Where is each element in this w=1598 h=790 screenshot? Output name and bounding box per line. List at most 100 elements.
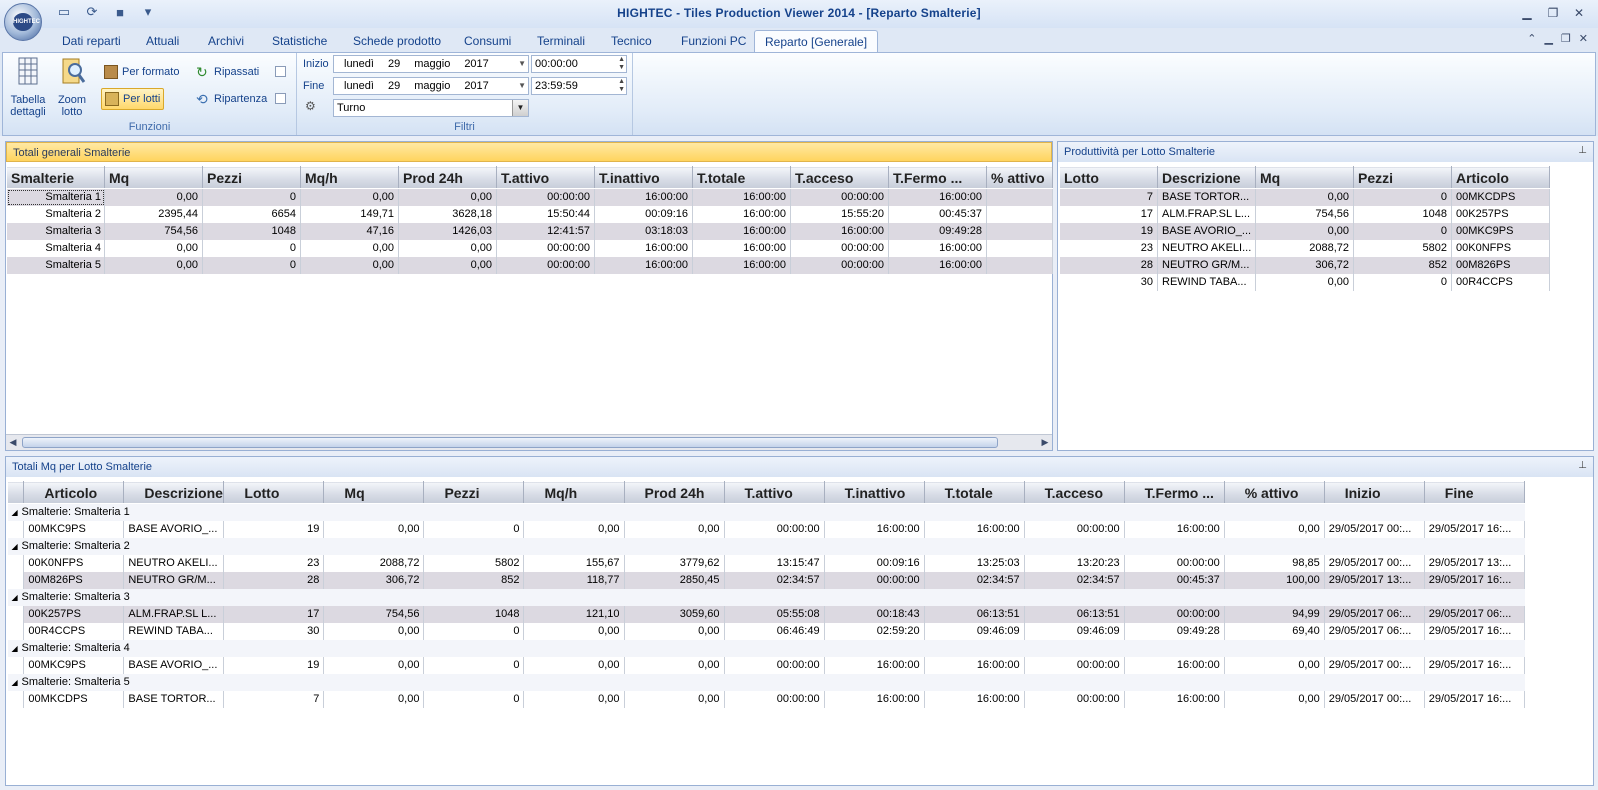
spinner-icon[interactable]: ▲ ▼ (618, 78, 625, 94)
group-header[interactable]: ◢ Smalterie: Smalteria 5 (7, 673, 1525, 691)
table-row[interactable]: Smalteria 2 2395,44 6654 149,71 3628,18 15:50… (6, 205, 1053, 223)
spinner-icon[interactable]: ▲ ▼ (618, 56, 625, 72)
fine-date-picker[interactable]: lunedì 29 maggio 2017 ▼ (333, 77, 529, 95)
table-row[interactable]: 23 NEUTRO AKELI... 2088,72 5802 00K0NFPS (1059, 239, 1550, 257)
tab-reparto-generale[interactable]: Reparto [Generale] (754, 30, 879, 52)
table-row[interactable]: 00K0NFPS NEUTRO AKELI... 23 2088,72 5802 155,… (7, 554, 1526, 572)
table-row[interactable]: 00M826PS NEUTRO GR/M... 28 306,72 852 118,77 2… (7, 571, 1526, 589)
table-row[interactable]: 17 ALM.FRAP.SL L... 754,56 1048 00K257PS (1059, 205, 1550, 223)
column-header[interactable]: T.attivo (496, 166, 595, 189)
scroll-left-icon[interactable]: ◀ (6, 435, 20, 450)
scroll-thumb[interactable] (22, 437, 998, 448)
column-header[interactable]: Descrizione (1157, 166, 1256, 189)
table-row[interactable]: Smalteria 1 0,00 0 0,00 0,00 00:00:00 16:00:00… (6, 188, 1053, 206)
chevron-down-icon[interactable]: ▼ (518, 78, 526, 94)
table-row[interactable]: 00R4CCPS REWIND TABA... 30 0,00 0 0,00 0,00 06:… (7, 622, 1526, 640)
group-header[interactable]: ◢ Smalterie: Smalteria 3 (7, 588, 1525, 606)
pin-icon[interactable]: ⊥ (1578, 145, 1587, 156)
scroll-right-icon[interactable]: ▶ (1038, 435, 1052, 450)
fine-time-input[interactable]: 23:59:59 ▲ ▼ (531, 77, 627, 95)
application-orb-button[interactable]: HIGHTEC (4, 3, 42, 41)
column-header[interactable]: Mq/h (523, 481, 625, 504)
column-header[interactable]: Lotto (1059, 166, 1158, 189)
table-row[interactable]: Smalteria 4 0,00 0 0,00 0,00 00:00:00 16:00:00… (6, 239, 1053, 257)
table-row[interactable]: 19 BASE AVORIO_... 0,00 0 00MKC9PS (1059, 222, 1550, 240)
table-row[interactable]: 30 REWIND TABA... 0,00 0 00R4CCPS (1059, 273, 1550, 291)
column-header[interactable]: T.acceso (1023, 481, 1125, 504)
group-row[interactable]: ◢ Smalterie: Smalteria 1 (7, 503, 1525, 521)
group-header[interactable]: ◢ Smalterie: Smalteria 1 (7, 503, 1525, 521)
ripartenza-checkbox[interactable] (275, 93, 286, 104)
table-row[interactable]: 7 BASE TORTOR... 0,00 0 00MKCDPS (1059, 188, 1550, 206)
column-header[interactable]: T.Fermo ... (1123, 481, 1225, 504)
turno-select[interactable]: Turno ▼ (333, 99, 529, 117)
zoom-lotto-button[interactable]: Zoom lotto (51, 56, 93, 118)
tab-statistiche[interactable]: Statistiche (270, 30, 329, 52)
group-row[interactable]: ◢ Smalterie: Smalteria 4 (7, 639, 1525, 657)
group-row[interactable]: ◢ Smalterie: Smalteria 5 (7, 673, 1525, 691)
column-header[interactable]: T.acceso (790, 166, 889, 189)
table-row[interactable]: 00MKC9PS BASE AVORIO_... 19 0,00 0 0,00 0,00 00… (7, 656, 1526, 674)
mdi-minimize-button[interactable]: ▁ (1544, 32, 1552, 45)
column-header[interactable]: Mq (1255, 166, 1354, 189)
table-row[interactable]: Smalteria 3 754,56 1048 47,16 1426,03 12:41:5… (6, 222, 1053, 240)
column-header[interactable]: T.inattivo (823, 481, 925, 504)
column-header[interactable]: % attivo (1223, 481, 1325, 504)
group-header[interactable]: ◢ Smalterie: Smalteria 2 (7, 537, 1525, 555)
group-header[interactable]: ◢ Smalterie: Smalteria 4 (7, 639, 1525, 657)
tab-tecnico[interactable]: Tecnico (609, 30, 654, 52)
column-header[interactable]: T.attivo (723, 481, 825, 504)
ripassati-button[interactable]: ↻ Ripassati (193, 61, 262, 83)
column-header[interactable]: Smalterie (6, 166, 105, 189)
tab-funzioni-pc[interactable]: Funzioni PC (679, 30, 748, 52)
column-header[interactable]: Lotto (223, 481, 325, 504)
column-header[interactable]: Mq (104, 166, 203, 189)
close-button[interactable]: ✕ (1568, 4, 1590, 22)
inizio-date-picker[interactable]: lunedì 29 maggio 2017 ▼ (333, 55, 529, 73)
collapse-icon[interactable]: ◢ (12, 542, 22, 551)
collapse-icon[interactable]: ◢ (12, 644, 22, 653)
per-formato-button[interactable]: Per formato (101, 61, 182, 83)
horizontal-scrollbar[interactable]: ◀ ▶ (6, 434, 1052, 450)
column-header[interactable]: Prod 24h (398, 166, 497, 189)
tab-consumi[interactable]: Consumi (462, 30, 513, 52)
column-header[interactable]: T.totale (692, 166, 791, 189)
tab-attuali[interactable]: Attuali (144, 30, 181, 52)
ribbon-collapse-icon[interactable]: ⌃ (1527, 32, 1536, 45)
ripartenza-button[interactable]: ⟲ Ripartenza (193, 88, 270, 110)
tab-terminali[interactable]: Terminali (535, 30, 587, 52)
tab-dati-reparti[interactable]: Dati reparti (60, 30, 123, 52)
column-header[interactable]: Pezzi (202, 166, 301, 189)
column-header[interactable]: Pezzi (1353, 166, 1452, 189)
restore-button[interactable]: ❐ (1542, 4, 1564, 22)
chevron-down-icon[interactable]: ▼ (512, 100, 528, 116)
table-row[interactable]: 00MKC9PS BASE AVORIO_... 19 0,00 0 0,00 0,00 00… (7, 520, 1526, 538)
minimize-button[interactable]: ▁ (1516, 4, 1538, 22)
collapse-icon[interactable]: ◢ (12, 678, 22, 687)
column-header[interactable]: T.inattivo (594, 166, 693, 189)
column-header[interactable]: Articolo (1451, 166, 1550, 189)
ripassati-checkbox[interactable] (275, 66, 286, 77)
column-header[interactable]: Inizio (1323, 481, 1425, 504)
collapse-icon[interactable]: ◢ (12, 593, 22, 602)
pin-icon[interactable]: ⊥ (1578, 460, 1587, 471)
column-header[interactable]: Fine (1423, 481, 1526, 504)
column-header[interactable]: Prod 24h (623, 481, 725, 504)
column-header[interactable]: T.Fermo ... (888, 166, 987, 189)
column-header[interactable]: Mq (323, 481, 425, 504)
table-row[interactable]: Smalteria 5 0,00 0 0,00 0,00 00:00:00 16:00:00… (6, 256, 1053, 274)
chevron-down-icon[interactable]: ▼ (518, 56, 526, 72)
group-row[interactable]: ◢ Smalterie: Smalteria 2 (7, 537, 1525, 555)
table-row[interactable]: 00MKCDPS BASE TORTOR... 7 0,00 0 0,00 0,00 00:0… (7, 690, 1526, 708)
column-header[interactable]: Descrizione (123, 481, 225, 504)
tab-schede-prodotto[interactable]: Schede prodotto (351, 30, 443, 52)
group-row[interactable]: ◢ Smalterie: Smalteria 3 (7, 588, 1525, 606)
column-header[interactable]: Articolo (23, 481, 125, 504)
column-header[interactable]: Mq/h (300, 166, 399, 189)
column-header[interactable]: % attivo (986, 166, 1053, 189)
mdi-restore-button[interactable]: ❐ (1561, 32, 1571, 45)
tab-archivi[interactable]: Archivi (206, 30, 246, 52)
collapse-icon[interactable]: ◢ (12, 508, 22, 517)
tabella-dettagli-button[interactable]: Tabella dettagli (7, 56, 49, 118)
column-header[interactable]: Pezzi (423, 481, 525, 504)
